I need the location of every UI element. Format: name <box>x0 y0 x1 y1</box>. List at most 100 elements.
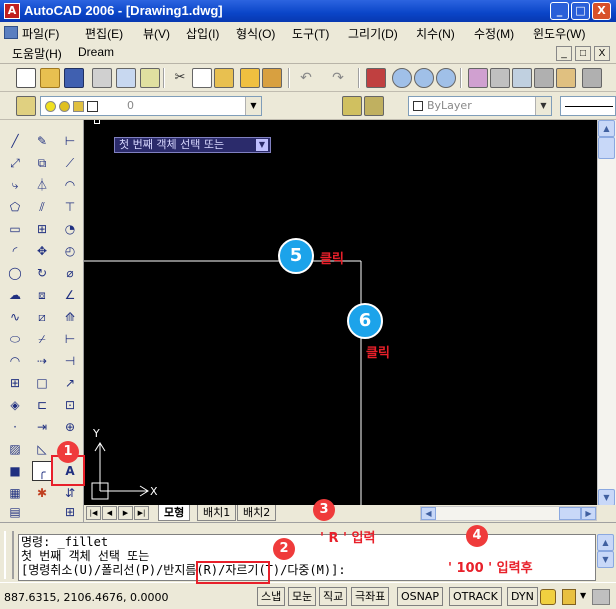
menu-format[interactable]: 형식(O) <box>236 25 275 42</box>
diameter-dimension-icon[interactable]: ⌀ <box>60 263 80 283</box>
polyline-icon[interactable]: ⤷ <box>5 175 25 195</box>
zoom-previous-icon[interactable] <box>436 68 456 88</box>
calculator-icon[interactable] <box>582 68 602 88</box>
dimension-style-icon[interactable]: ⊞ <box>60 505 80 519</box>
otrack-toggle[interactable]: OTRACK <box>449 587 502 606</box>
dimension-update-icon[interactable]: ⇵ <box>60 483 80 503</box>
tab-layout2[interactable]: 배치2 <box>237 505 277 521</box>
snap-toggle[interactable]: 스냅 <box>257 587 286 606</box>
save-icon[interactable] <box>64 68 84 88</box>
color-combo[interactable]: ByLayer ▼ <box>408 96 552 116</box>
pan-icon[interactable] <box>366 68 386 88</box>
doc-minimize-button[interactable]: _ <box>556 46 572 61</box>
hscroll-thumb[interactable] <box>559 507 581 520</box>
menu-tools[interactable]: 도구(T) <box>292 25 329 42</box>
quick-dimension-icon[interactable]: ⟰ <box>60 307 80 327</box>
jogged-dimension-icon[interactable]: ◴ <box>60 241 80 261</box>
osnap-toggle[interactable]: OSNAP <box>397 587 444 606</box>
menu-view[interactable]: 뷰(V) <box>143 25 170 42</box>
revcloud-icon[interactable]: ☁ <box>5 285 25 305</box>
region-icon[interactable]: ■ <box>5 461 25 481</box>
cut-icon[interactable]: ✂ <box>170 68 190 88</box>
radius-dimension-icon[interactable]: ◔ <box>60 219 80 239</box>
menu-help[interactable]: 도움말(H) <box>12 45 62 62</box>
rectangle-icon[interactable]: ▭ <box>5 219 25 239</box>
minimize-button[interactable]: _ <box>550 2 569 20</box>
polygon-icon[interactable]: ⬠ <box>5 197 25 217</box>
join-icon[interactable]: ⇥ <box>32 417 52 437</box>
circle-icon[interactable]: ◯ <box>5 263 25 283</box>
toolbar-lock-icon[interactable] <box>562 589 576 605</box>
plot-preview-icon[interactable] <box>116 68 136 88</box>
table-icon[interactable]: ▦ <box>5 483 25 503</box>
center-mark-icon[interactable]: ⊕ <box>60 417 80 437</box>
menu-insert[interactable]: 삽입(I) <box>186 25 219 42</box>
continue-dimension-icon[interactable]: ⊣ <box>60 351 80 371</box>
layer-combo[interactable]: 0 ▼ <box>40 96 262 116</box>
scale-icon[interactable]: ⧈ <box>32 285 52 305</box>
new-file-icon[interactable] <box>16 68 36 88</box>
paste-icon[interactable] <box>214 68 234 88</box>
zoom-realtime-icon[interactable] <box>392 68 412 88</box>
baseline-dimension-icon[interactable]: ⊢ <box>60 329 80 349</box>
scroll-up-icon[interactable]: ▲ <box>598 120 615 137</box>
construction-line-icon[interactable]: ⤢ <box>5 153 25 173</box>
explode-icon[interactable]: ✱ <box>32 483 52 503</box>
line-icon[interactable]: ╱ <box>5 131 25 151</box>
open-folder-icon[interactable] <box>40 68 60 88</box>
copy-object-icon[interactable]: ⧉ <box>32 153 52 173</box>
menu-dream[interactable]: Dream <box>78 45 114 59</box>
tab-prev-icon[interactable]: ◀ <box>102 506 117 520</box>
ortho-toggle[interactable]: 직교 <box>319 587 348 606</box>
print-icon[interactable] <box>92 68 112 88</box>
arc-length-icon[interactable]: ◠ <box>60 175 80 195</box>
multiline-text-icon[interactable]: ▤ <box>5 505 25 519</box>
tab-model[interactable]: 모형 <box>158 505 191 521</box>
properties-icon[interactable] <box>468 68 488 88</box>
mirror-icon[interactable]: ⏃ <box>32 175 52 195</box>
tab-last-icon[interactable]: ▶| <box>134 506 149 520</box>
scroll-right-icon[interactable]: ▶ <box>581 507 596 520</box>
scroll-thumb[interactable] <box>598 137 615 159</box>
trim-icon[interactable]: ⌿ <box>32 329 52 349</box>
tool-palettes-icon[interactable] <box>512 68 532 88</box>
menu-file[interactable]: 파일(F) <box>22 25 59 42</box>
array-icon[interactable]: ⊞ <box>32 219 52 239</box>
dyn-toggle[interactable]: DYN <box>507 587 538 606</box>
ellipse-arc-icon[interactable]: ◠ <box>5 351 25 371</box>
menu-modify[interactable]: 수정(M) <box>474 25 514 42</box>
tolerance-icon[interactable]: ⊡ <box>60 395 80 415</box>
layer-manager-icon[interactable] <box>16 96 36 116</box>
tab-next-icon[interactable]: ▶ <box>118 506 133 520</box>
horizontal-scrollbar[interactable]: ◀ ▶ <box>420 506 597 521</box>
scroll-left-icon[interactable]: ◀ <box>421 507 436 520</box>
document-icon[interactable] <box>4 26 18 39</box>
offset-icon[interactable]: ⫽ <box>32 197 52 217</box>
block-editor-icon[interactable] <box>262 68 282 88</box>
rotate-icon[interactable]: ↻ <box>32 263 52 283</box>
make-block-icon[interactable]: ◈ <box>5 395 25 415</box>
drawing-canvas[interactable]: 첫 번째 객체 선택 또는 ▼ Y X <box>84 120 597 508</box>
chevron-down-icon[interactable]: ▼ <box>245 97 261 115</box>
polar-toggle[interactable]: 극좌표 <box>351 587 390 606</box>
spline-icon[interactable]: ∿ <box>5 307 25 327</box>
menu-edit[interactable]: 편집(E) <box>85 25 123 42</box>
copy-icon[interactable] <box>192 68 212 88</box>
design-center-icon[interactable] <box>490 68 510 88</box>
move-icon[interactable]: ✥ <box>32 241 52 261</box>
tab-layout1[interactable]: 배치1 <box>197 505 237 521</box>
hatch-icon[interactable]: ▨ <box>5 439 25 459</box>
break-at-point-icon[interactable]: □ <box>32 373 52 393</box>
linear-dimension-icon[interactable]: ⊢ <box>60 131 80 151</box>
redo-icon[interactable]: ↷ <box>328 68 348 88</box>
close-button[interactable]: X <box>592 2 611 20</box>
point-icon[interactable]: · <box>5 417 25 437</box>
status-menu-arrow-icon[interactable]: ▼ <box>580 591 586 600</box>
autocad-logo-icon[interactable]: A <box>4 3 20 19</box>
ellipse-icon[interactable]: ⬭ <box>5 329 25 349</box>
break-icon[interactable]: ⊏ <box>32 395 52 415</box>
sheet-set-icon[interactable] <box>534 68 554 88</box>
quick-leader-icon[interactable]: ↗ <box>60 373 80 393</box>
chamfer-icon[interactable]: ◺ <box>32 439 52 459</box>
make-layer-current-icon[interactable] <box>342 96 362 116</box>
